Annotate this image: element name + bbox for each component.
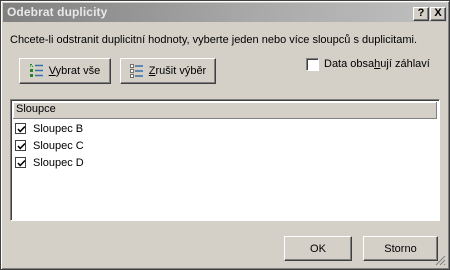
remove-duplicates-dialog: Odebrat duplicity ? X Chcete-li odstrani… [0,0,450,270]
close-button[interactable]: X [430,7,446,21]
columns-list-header[interactable]: Sloupce [13,102,437,119]
data-has-headers-checkbox[interactable] [306,58,319,71]
column-label: Sloupec D [33,157,84,169]
cancel-button[interactable]: Storno [363,236,438,261]
title-bar[interactable]: Odebrat duplicity ? X [3,3,447,22]
columns-listbox[interactable]: Sloupce Sloupec B Sloupec C Sloupec D [10,99,440,221]
column-checkbox[interactable] [15,157,26,168]
select-all-list-icon [29,63,44,79]
ok-button[interactable]: OK [284,236,352,261]
list-item[interactable]: Sloupec B [13,121,213,138]
checkmark-icon [17,125,26,133]
resize-grip-icon[interactable] [434,254,446,266]
checkmark-icon [17,159,26,167]
data-has-headers-label[interactable]: Data obsahují záhlaví [324,58,430,70]
select-all-label: Vybrat vše [48,65,101,77]
column-label: Sloupec C [33,140,84,152]
column-checkbox[interactable] [15,140,26,151]
checkmark-icon [17,142,26,150]
column-label: Sloupec B [33,123,84,135]
dialog-title: Odebrat duplicity [7,5,108,19]
unselect-all-label: Zrušit výběr [148,65,207,77]
instruction-text: Chcete-li odstranit duplicitní hodnoty, … [10,34,418,46]
select-all-button[interactable]: Vybrat vše [19,58,111,84]
column-checkbox[interactable] [15,123,26,134]
unselect-all-list-icon [129,63,144,79]
unselect-all-button[interactable]: Zrušit výběr [120,58,216,84]
help-button[interactable]: ? [413,7,429,21]
list-item[interactable]: Sloupec D [13,155,213,172]
list-item[interactable]: Sloupec C [13,138,213,155]
